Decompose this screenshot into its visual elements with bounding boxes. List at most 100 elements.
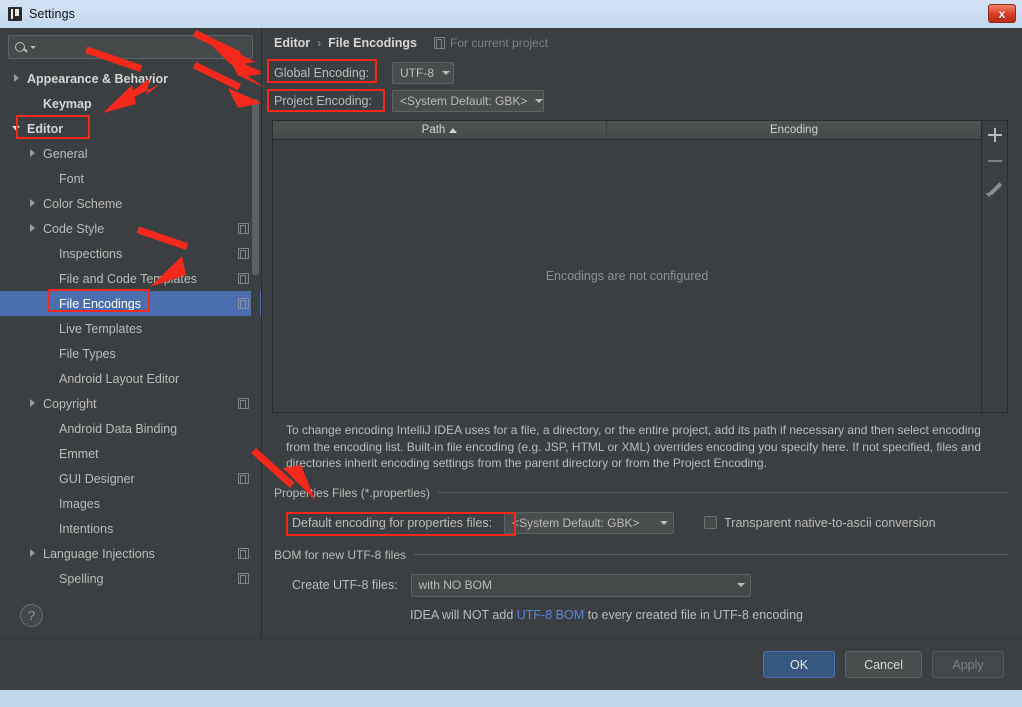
chevron-right-icon[interactable]	[28, 198, 39, 209]
table-header: Path Encoding	[273, 121, 981, 140]
close-icon[interactable]: x	[988, 4, 1016, 23]
chevron-down-icon	[535, 99, 544, 103]
ok-button[interactable]: OK	[763, 651, 836, 678]
encodings-description: To change encoding IntelliJ IDEA uses fo…	[286, 423, 982, 470]
sidebar-item-code-style[interactable]: Code Style	[0, 216, 261, 241]
bom-note-prefix: IDEA will NOT add	[410, 607, 517, 622]
table-empty-text: Encodings are not configured	[545, 269, 709, 283]
sidebar-item-inspections[interactable]: Inspections	[0, 241, 261, 266]
chevron-right-icon[interactable]	[28, 548, 39, 559]
sidebar-item-android-data-binding[interactable]: Android Data Binding	[0, 416, 261, 441]
minus-icon[interactable]	[984, 150, 1006, 172]
chevron-right-icon[interactable]	[28, 398, 39, 409]
sidebar-item-spelling[interactable]: Spelling	[0, 566, 261, 591]
sidebar-item-keymap[interactable]: Keymap	[0, 91, 261, 116]
chevron-down-icon	[660, 520, 669, 525]
intellij-idea-icon	[8, 7, 22, 21]
breadcrumb-separator: ›	[317, 36, 322, 50]
default-properties-encoding-row: Default encoding for properties files: <…	[272, 511, 1008, 534]
sidebar-item-general[interactable]: General	[0, 141, 261, 166]
checkbox-box[interactable]	[704, 516, 718, 529]
cancel-button[interactable]: Cancel	[845, 651, 922, 678]
chevron-down-icon[interactable]	[12, 123, 23, 134]
project-encoding-dropdown[interactable]: <System Default: GBK>	[392, 90, 544, 112]
table-body[interactable]: Encodings are not configured	[273, 140, 981, 412]
create-utf8-files-dropdown[interactable]: with NO BOM	[410, 573, 751, 597]
sidebar-item-label: Appearance & Behavior	[27, 71, 169, 86]
chevron-down-icon	[736, 583, 745, 587]
apply-button[interactable]: Apply	[932, 651, 1004, 678]
sidebar-item-label: Font	[59, 171, 85, 186]
sidebar-item-color-scheme[interactable]: Color Scheme	[0, 191, 261, 216]
section-divider	[414, 554, 1008, 555]
settings-tree[interactable]: Appearance & Behavior Keymap Editor General…	[0, 65, 261, 592]
chevron-right-icon[interactable]	[12, 73, 23, 84]
sort-ascending-icon	[449, 127, 458, 133]
project-scope-icon	[238, 223, 249, 234]
sidebar-item-file-types[interactable]: File Types	[0, 341, 261, 366]
sidebar-item-file-encodings[interactable]: File Encodings	[0, 291, 261, 316]
create-utf8-files-value: with NO BOM	[418, 578, 492, 592]
settings-dialog: Appearance & Behavior Keymap Editor General…	[0, 28, 1022, 690]
default-properties-encoding-dropdown[interactable]: <System Default: GBK>	[504, 511, 675, 534]
search-input[interactable]	[36, 40, 246, 54]
sidebar-item-images[interactable]: Images	[0, 491, 261, 516]
breadcrumb: Editor › File Encodings For current proj…	[272, 28, 1008, 58]
sidebar-item-label: Android Data Binding	[59, 421, 178, 436]
global-encoding-row: Global Encoding: UTF-8	[272, 60, 1008, 86]
project-encoding-row: Project Encoding: <System Default: GBK>	[272, 88, 1008, 114]
sidebar-scrollbar-thumb[interactable]	[252, 99, 259, 275]
column-header-encoding[interactable]: Encoding	[607, 121, 981, 139]
project-encoding-value: <System Default: GBK>	[400, 94, 528, 108]
chevron-right-icon[interactable]	[28, 223, 39, 234]
column-header-path[interactable]: Path	[273, 121, 607, 139]
sidebar-item-todo[interactable]: TODO	[0, 591, 261, 592]
bom-note-suffix: to every created file in UTF-8 encoding	[584, 607, 803, 622]
chevron-down-icon	[442, 71, 450, 75]
sidebar-item-label: Language Injections	[43, 546, 155, 561]
dialog-body: Appearance & Behavior Keymap Editor General…	[0, 28, 1022, 638]
sidebar-item-live-templates[interactable]: Live Templates	[0, 316, 261, 341]
sidebar-item-copyright[interactable]: Copyright	[0, 391, 261, 416]
chevron-right-icon[interactable]	[28, 148, 39, 159]
global-encoding-dropdown[interactable]: UTF-8	[392, 62, 454, 84]
sidebar-item-font[interactable]: Font	[0, 166, 261, 191]
breadcrumb-parent[interactable]: Editor	[274, 36, 310, 50]
bom-section-title: BOM for new UTF-8 files	[274, 547, 407, 562]
sidebar-item-label: Code Style	[43, 221, 105, 236]
title-bar: Settings x	[0, 0, 1022, 28]
pencil-icon[interactable]	[984, 176, 1006, 198]
transparent-native-to-ascii-checkbox[interactable]: Transparent native-to-ascii conversion	[704, 516, 936, 530]
search-container	[0, 28, 261, 65]
project-scope-icon	[238, 248, 249, 259]
help-button[interactable]: ?	[20, 603, 43, 627]
breadcrumb-current: File Encodings	[328, 36, 418, 50]
sidebar-item-android-layout-editor[interactable]: Android Layout Editor	[0, 366, 261, 391]
sidebar-item-editor[interactable]: Editor	[0, 116, 261, 141]
plus-icon[interactable]	[984, 124, 1006, 146]
sidebar-item-appearance-behavior[interactable]: Appearance & Behavior	[0, 66, 261, 91]
sidebar-item-label: Copyright	[43, 396, 97, 411]
sidebar-item-gui-designer[interactable]: GUI Designer	[0, 466, 261, 491]
sidebar-item-label: General	[43, 146, 88, 161]
utf8-bom-link[interactable]: UTF-8 BOM	[517, 608, 584, 622]
settings-content-pane: Editor › File Encodings For current proj…	[262, 28, 1022, 638]
project-scope-icon	[238, 298, 249, 309]
sidebar-item-label: Spelling	[59, 571, 104, 586]
sidebar-item-file-and-code-templates[interactable]: File and Code Templates	[0, 266, 261, 291]
sidebar-item-emmet[interactable]: Emmet	[0, 441, 261, 466]
sidebar-item-intentions[interactable]: Intentions	[0, 516, 261, 541]
search-box[interactable]	[8, 35, 253, 59]
sidebar-item-language-injections[interactable]: Language Injections	[0, 541, 261, 566]
